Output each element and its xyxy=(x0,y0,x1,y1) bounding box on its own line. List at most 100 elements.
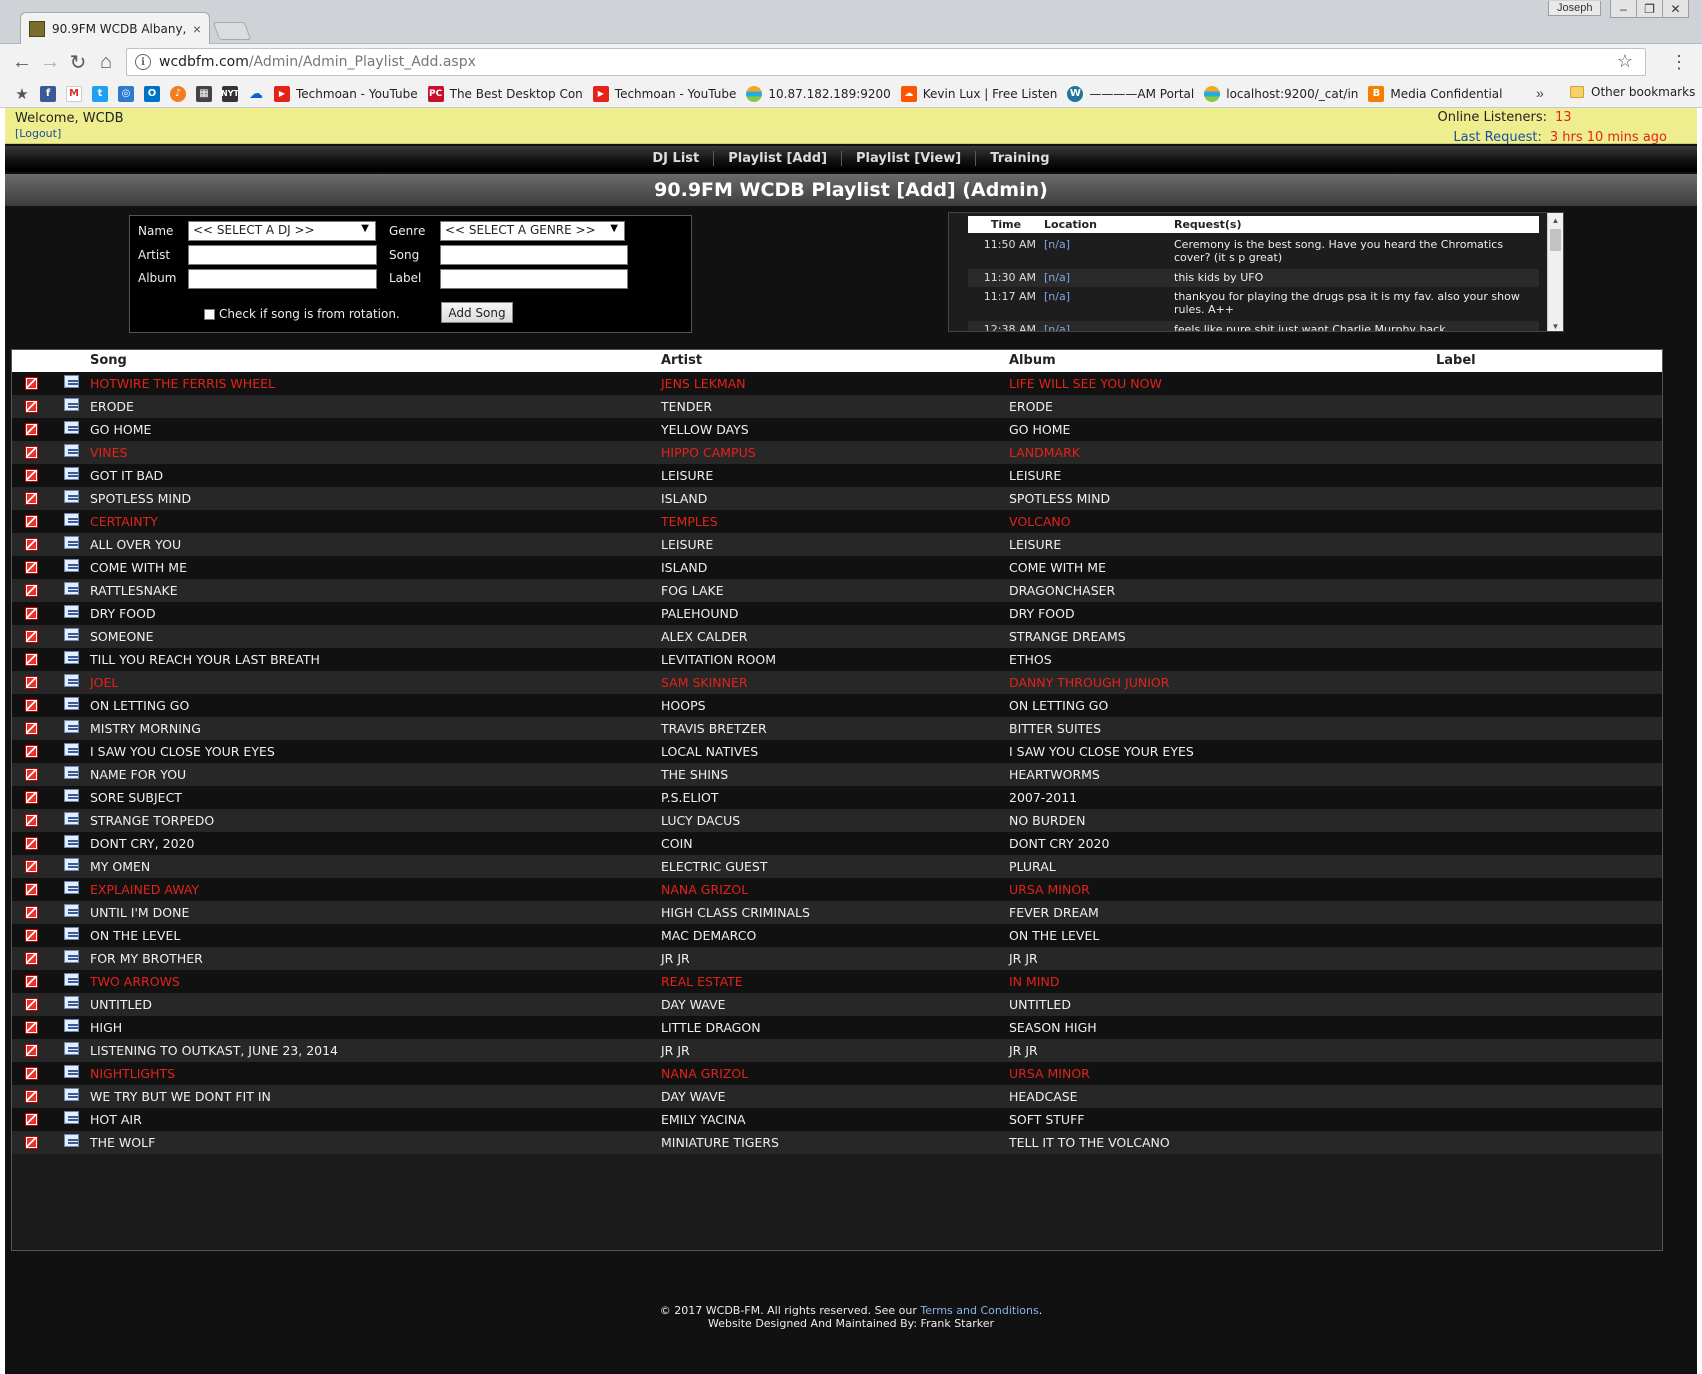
delete-icon[interactable] xyxy=(25,929,38,942)
forward-arrow-icon[interactable]: → xyxy=(38,50,62,74)
bookmark-gmail[interactable]: M xyxy=(66,85,82,102)
album-input[interactable] xyxy=(188,269,377,289)
edit-icon[interactable] xyxy=(64,812,79,825)
delete-icon[interactable] xyxy=(25,745,38,758)
delete-icon[interactable] xyxy=(25,469,38,482)
bookmark-wordpress[interactable]: W ————AM Portal xyxy=(1067,85,1194,102)
delete-icon[interactable] xyxy=(25,975,38,988)
edit-icon[interactable] xyxy=(64,559,79,572)
request-location[interactable]: [n/a] xyxy=(1044,290,1174,318)
edit-icon[interactable] xyxy=(64,743,79,756)
genre-select[interactable]: << SELECT A GENRE >> ▼ xyxy=(440,221,625,241)
scroll-up-arrow-icon[interactable]: ▲ xyxy=(1548,213,1563,227)
edit-icon[interactable] xyxy=(64,1111,79,1124)
profile-button[interactable]: Joseph xyxy=(1548,1,1602,16)
edit-icon[interactable] xyxy=(64,766,79,779)
delete-icon[interactable] xyxy=(25,791,38,804)
nav-training[interactable]: Training xyxy=(976,151,1063,166)
delete-icon[interactable] xyxy=(25,768,38,781)
artist-input[interactable] xyxy=(188,245,377,265)
edit-icon[interactable] xyxy=(64,789,79,802)
home-icon[interactable]: ⌂ xyxy=(94,50,118,74)
delete-icon[interactable] xyxy=(25,814,38,827)
edit-icon[interactable] xyxy=(64,697,79,710)
bookmark-news[interactable]: NYT xyxy=(221,85,239,102)
bookmark-pc[interactable]: PC The Best Desktop Con xyxy=(427,85,583,102)
song-input[interactable] xyxy=(440,245,628,265)
edit-icon[interactable] xyxy=(64,536,79,549)
browser-tab[interactable]: 90.9FM WCDB Albany, N × xyxy=(20,12,210,44)
delete-icon[interactable] xyxy=(25,722,38,735)
edit-icon[interactable] xyxy=(64,582,79,595)
edit-icon[interactable] xyxy=(64,720,79,733)
reload-icon[interactable]: ↻ xyxy=(66,50,90,74)
delete-icon[interactable] xyxy=(25,607,38,620)
scroll-down-arrow-icon[interactable]: ▼ xyxy=(1548,319,1563,331)
bookmark-orange[interactable]: ♪ xyxy=(170,85,186,102)
edit-icon[interactable] xyxy=(64,1019,79,1032)
edit-icon[interactable] xyxy=(64,1088,79,1101)
other-bookmarks[interactable]: Other bookmarks xyxy=(1570,85,1695,99)
delete-icon[interactable] xyxy=(25,400,38,413)
delete-icon[interactable] xyxy=(25,630,38,643)
bookmark-grid[interactable]: ▦ xyxy=(196,85,212,102)
address-bar[interactable]: i wcdbfm.com/Admin/Admin_Playlist_Add.as… xyxy=(126,48,1646,76)
delete-icon[interactable] xyxy=(25,998,38,1011)
edit-icon[interactable] xyxy=(64,881,79,894)
scrollbar-thumb[interactable] xyxy=(1550,229,1561,251)
delete-icon[interactable] xyxy=(25,952,38,965)
edit-icon[interactable] xyxy=(64,858,79,871)
bookmark-app[interactable]: ◎ xyxy=(118,85,134,102)
edit-icon[interactable] xyxy=(64,1042,79,1055)
delete-icon[interactable] xyxy=(25,699,38,712)
delete-icon[interactable] xyxy=(25,1067,38,1080)
delete-icon[interactable] xyxy=(25,883,38,896)
delete-icon[interactable] xyxy=(25,492,38,505)
add-song-button[interactable]: Add Song xyxy=(441,302,513,323)
edit-icon[interactable] xyxy=(64,398,79,411)
delete-icon[interactable] xyxy=(25,1021,38,1034)
terms-link[interactable]: Terms and Conditions xyxy=(920,1304,1038,1317)
edit-icon[interactable] xyxy=(64,513,79,526)
edit-icon[interactable] xyxy=(64,996,79,1009)
edit-icon[interactable] xyxy=(64,651,79,664)
delete-icon[interactable] xyxy=(25,676,38,689)
delete-icon[interactable] xyxy=(25,860,38,873)
tab-close-icon[interactable]: × xyxy=(193,21,201,37)
logout-link[interactable]: [Logout] xyxy=(15,127,61,140)
edit-icon[interactable] xyxy=(64,605,79,618)
delete-icon[interactable] xyxy=(25,653,38,666)
info-icon[interactable]: i xyxy=(135,54,151,70)
edit-icon[interactable] xyxy=(64,628,79,641)
bookmarks-more-icon[interactable]: » xyxy=(1536,85,1544,101)
request-location[interactable]: [n/a] xyxy=(1044,271,1174,287)
edit-icon[interactable] xyxy=(64,490,79,503)
delete-icon[interactable] xyxy=(25,377,38,390)
edit-icon[interactable] xyxy=(64,973,79,986)
edit-icon[interactable] xyxy=(64,421,79,434)
delete-icon[interactable] xyxy=(25,1090,38,1103)
bookmark-star[interactable]: ★ xyxy=(14,85,30,103)
bookmark-cloud[interactable]: ☁ xyxy=(248,86,264,102)
delete-icon[interactable] xyxy=(25,561,38,574)
bookmark-twitter[interactable]: t xyxy=(92,85,108,102)
delete-icon[interactable] xyxy=(25,1136,38,1149)
edit-icon[interactable] xyxy=(64,467,79,480)
delete-icon[interactable] xyxy=(25,446,38,459)
minimize-icon[interactable]: – xyxy=(1610,0,1637,18)
requests-scrollbar[interactable]: ▲ ▼ xyxy=(1547,213,1563,331)
back-arrow-icon[interactable]: ← xyxy=(10,50,34,74)
edit-icon[interactable] xyxy=(64,835,79,848)
bookmark-outlook[interactable]: O xyxy=(144,85,160,102)
chrome-menu-icon[interactable]: ⋮ xyxy=(1670,52,1688,73)
nav-playlist-add[interactable]: Playlist [Add] xyxy=(714,150,843,166)
bookmark-server-1[interactable]: 10.87.182.189:9200 xyxy=(746,85,891,102)
rotation-checkbox[interactable] xyxy=(204,309,215,320)
request-location[interactable]: [n/a] xyxy=(1044,238,1174,268)
close-window-icon[interactable]: ✕ xyxy=(1662,0,1689,18)
delete-icon[interactable] xyxy=(25,906,38,919)
edit-icon[interactable] xyxy=(64,927,79,940)
maximize-icon[interactable]: ❐ xyxy=(1636,0,1663,18)
bookmark-media-confidential[interactable]: B Media Confidential xyxy=(1368,85,1502,102)
bookmark-techmoan-2[interactable]: ▶ Techmoan - YouTube xyxy=(592,85,736,102)
